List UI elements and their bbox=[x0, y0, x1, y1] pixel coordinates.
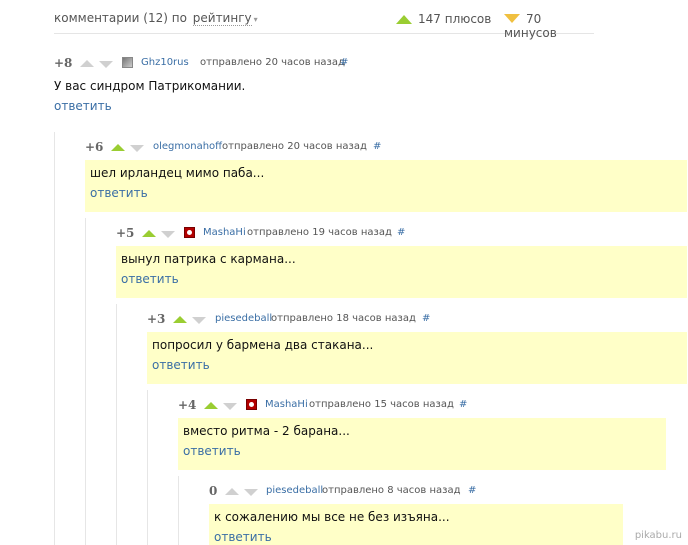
comment-body: вынул патрика с кармана... ответить bbox=[116, 246, 687, 298]
comment-score: +3 bbox=[147, 312, 166, 326]
comment-body: попросил у бармена два стакана... ответи… bbox=[147, 332, 687, 384]
comment-score: +6 bbox=[85, 140, 104, 154]
reply-link[interactable]: ответить bbox=[121, 272, 179, 286]
reply-link[interactable]: ответить bbox=[183, 444, 241, 458]
comment-score: +4 bbox=[178, 398, 197, 412]
author-link[interactable]: Ghz10rus bbox=[141, 57, 189, 68]
thread-line bbox=[178, 476, 179, 545]
comment-text: попросил у бармена два стакана... bbox=[152, 338, 374, 352]
reply-link[interactable]: ответить bbox=[54, 99, 112, 113]
comment-score: +5 bbox=[116, 226, 135, 240]
comment-body: к сожалению мы все не без изъяна... отве… bbox=[209, 504, 623, 545]
comments-header: комментарии (12) по рейтингу ▾ 147 плюсов… bbox=[54, 8, 594, 40]
posted-time: отправлено 15 часов назад bbox=[309, 399, 454, 410]
posted-time: отправлено 8 часов назад bbox=[322, 485, 461, 496]
posted-time: отправлено 20 часов назад bbox=[222, 141, 367, 152]
reply-link[interactable]: ответить bbox=[90, 186, 148, 200]
comment-text: вместо ритма - 2 барана... bbox=[183, 424, 350, 438]
reply-link[interactable]: ответить bbox=[152, 358, 210, 372]
thread-line bbox=[85, 218, 86, 545]
thread-line bbox=[116, 304, 117, 545]
posted-time: отправлено 18 часов назад bbox=[271, 313, 416, 324]
plus-summary: 147 плюсов bbox=[396, 12, 491, 26]
comment-score: 0 bbox=[209, 484, 218, 498]
thread-line bbox=[147, 390, 148, 545]
comment-text: шел ирландец мимо паба... bbox=[90, 166, 265, 180]
permalink[interactable]: # bbox=[422, 313, 430, 324]
downvote-icon[interactable] bbox=[192, 317, 206, 324]
downvote-icon bbox=[504, 14, 520, 23]
downvote-icon[interactable] bbox=[130, 145, 144, 152]
upvote-icon bbox=[396, 15, 412, 24]
posted-time: отправлено 20 часов назад bbox=[200, 57, 345, 68]
comments-label: комментарии (12) по bbox=[54, 11, 187, 25]
upvote-icon[interactable] bbox=[173, 316, 187, 323]
permalink[interactable]: # bbox=[397, 227, 405, 238]
downvote-icon[interactable] bbox=[223, 403, 237, 410]
comment-text: У вас синдром Патрикомании. bbox=[54, 79, 246, 93]
permalink[interactable]: # bbox=[373, 141, 381, 152]
upvote-icon[interactable] bbox=[80, 60, 94, 67]
plus-count: 147 плюсов bbox=[418, 12, 492, 26]
downvote-icon[interactable] bbox=[244, 489, 258, 496]
reply-link[interactable]: ответить bbox=[214, 530, 272, 544]
chevron-down-icon[interactable]: ▾ bbox=[254, 15, 258, 24]
permalink[interactable]: # bbox=[340, 57, 348, 68]
comment-text: вынул патрика с кармана... bbox=[121, 252, 296, 266]
author-link[interactable]: MashaHi bbox=[265, 399, 308, 410]
upvote-icon[interactable] bbox=[111, 144, 125, 151]
comment-text: к сожалению мы все не без изъяна... bbox=[214, 510, 450, 524]
author-link[interactable]: olegmonahoff bbox=[153, 141, 222, 152]
avatar bbox=[184, 227, 195, 238]
posted-time: отправлено 19 часов назад bbox=[247, 227, 392, 238]
comment-body: У вас синдром Патрикомании. ответить bbox=[54, 79, 574, 115]
comment-body: вместо ритма - 2 барана... ответить bbox=[178, 418, 666, 470]
author-link[interactable]: MashaHi bbox=[203, 227, 246, 238]
comment-body: шел ирландец мимо паба... ответить bbox=[85, 160, 687, 212]
upvote-icon[interactable] bbox=[204, 402, 218, 409]
comment-score: +8 bbox=[54, 56, 73, 70]
avatar bbox=[246, 399, 257, 410]
author-link[interactable]: piesedeball bbox=[266, 485, 323, 496]
downvote-icon[interactable] bbox=[99, 61, 113, 68]
thread-line bbox=[54, 132, 55, 545]
comments-count-label: комментарии (12) по рейтингу ▾ bbox=[54, 11, 258, 26]
minus-summary: 70 минусов bbox=[504, 12, 594, 40]
upvote-icon[interactable] bbox=[225, 488, 239, 495]
downvote-icon[interactable] bbox=[161, 231, 175, 238]
permalink[interactable]: # bbox=[468, 485, 476, 496]
avatar bbox=[122, 57, 133, 68]
upvote-icon[interactable] bbox=[142, 230, 156, 237]
watermark: pikabu.ru bbox=[634, 530, 682, 541]
permalink[interactable]: # bbox=[459, 399, 467, 410]
sort-dropdown[interactable]: рейтингу bbox=[192, 11, 252, 26]
author-link[interactable]: piesedeball bbox=[215, 313, 272, 324]
